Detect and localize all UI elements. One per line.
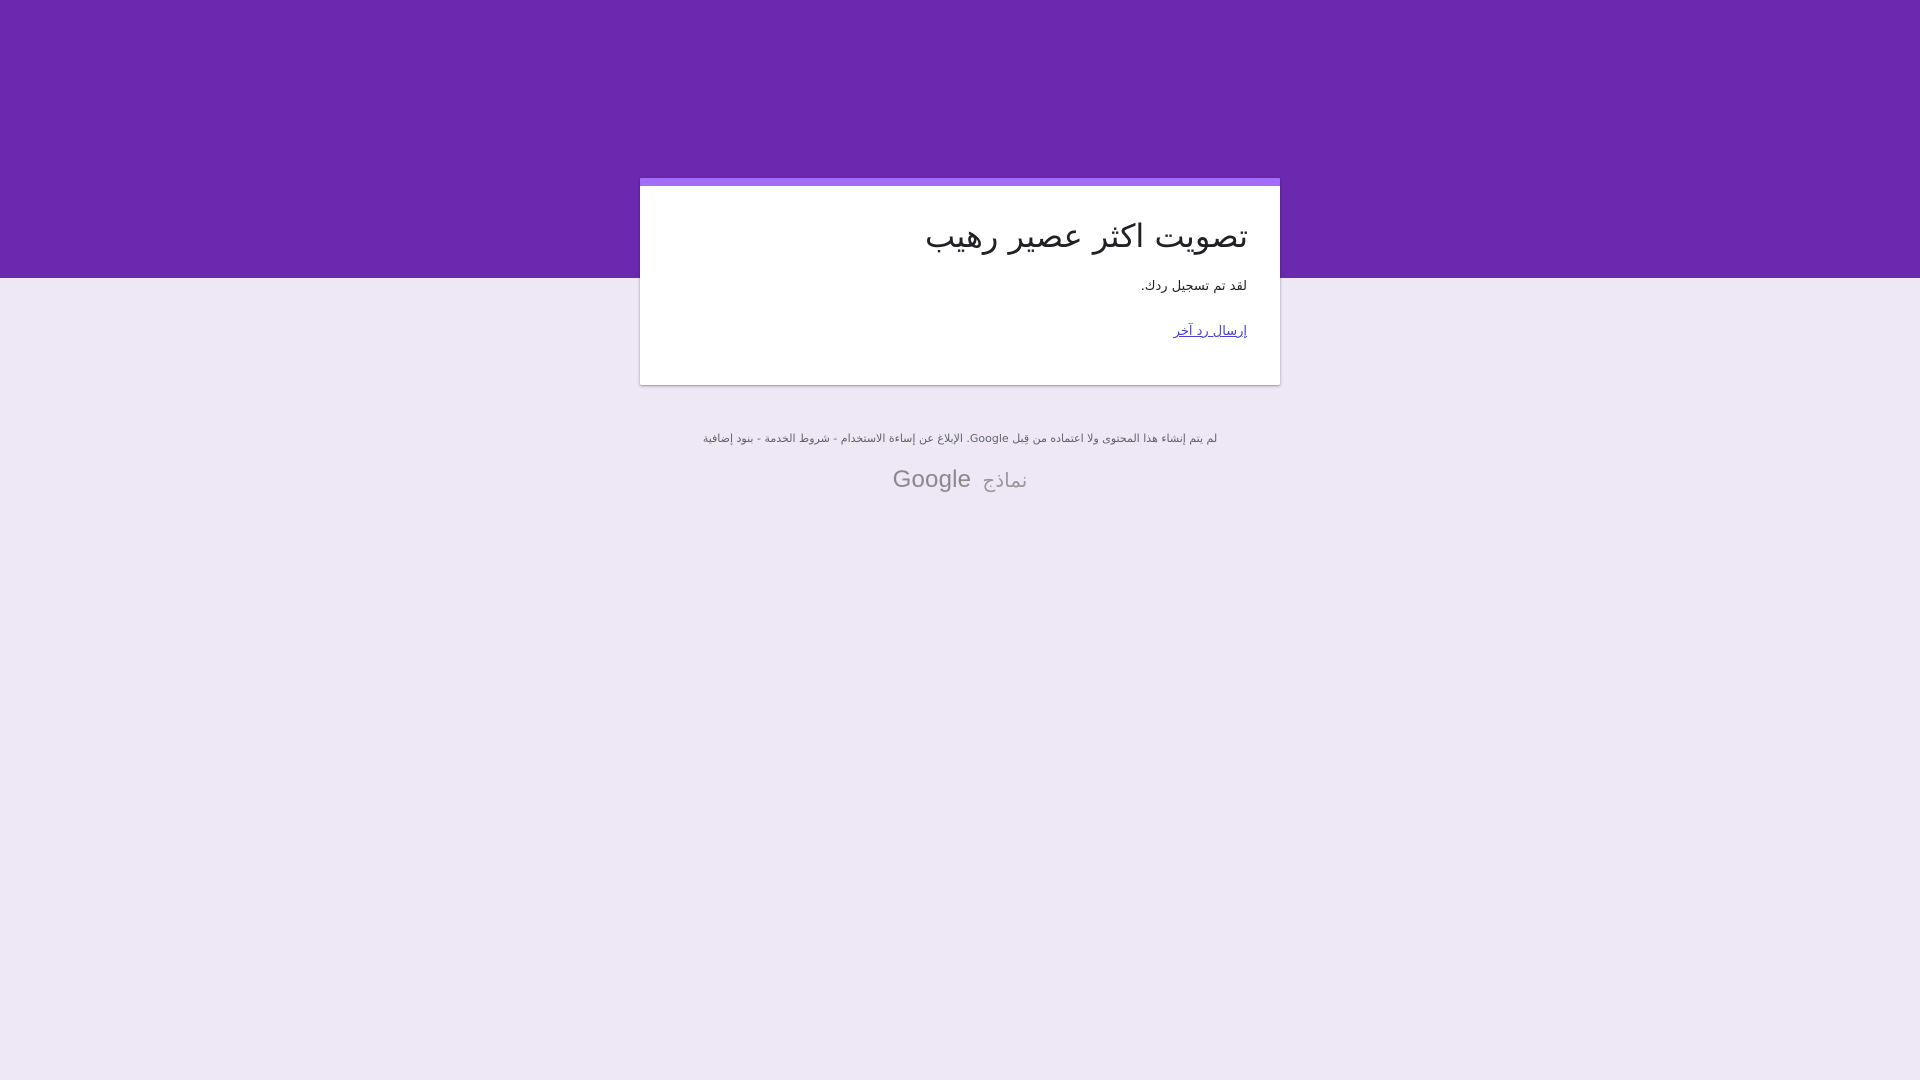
forms-product-text: نماذج bbox=[982, 468, 1028, 492]
confirmation-message: لقد تم تسجيل ردك. bbox=[1140, 279, 1247, 294]
disclaimer-text: لم يتم إنشاء هذا المحتوى ولا اعتماده من … bbox=[966, 432, 1218, 445]
terms-of-service-link[interactable]: شروط الخدمة bbox=[764, 432, 829, 445]
additional-terms-link[interactable]: بنود إضافية bbox=[703, 432, 754, 445]
page: تصويت اكثر عصير رهيب لقد تم تسجيل ردك. إ… bbox=[0, 0, 1920, 1080]
footer-disclaimer: لم يتم إنشاء هذا المحتوى ولا اعتماده من … bbox=[0, 432, 1920, 445]
google-forms-logo[interactable]: نماذج Google bbox=[0, 466, 1920, 494]
report-abuse-link[interactable]: الإبلاغ عن إساءة الاستخدام bbox=[841, 432, 963, 445]
submit-another-response-link[interactable]: إرسال رد آخر bbox=[1174, 324, 1247, 339]
footer-separator: - bbox=[829, 432, 841, 445]
google-logo-text: Google bbox=[892, 466, 972, 493]
confirmation-card: تصويت اكثر عصير رهيب لقد تم تسجيل ردك. إ… bbox=[640, 178, 1280, 385]
card-accent-bar bbox=[640, 178, 1280, 186]
form-title: تصويت اكثر عصير رهيب bbox=[924, 217, 1248, 255]
footer-separator: - bbox=[753, 432, 765, 445]
